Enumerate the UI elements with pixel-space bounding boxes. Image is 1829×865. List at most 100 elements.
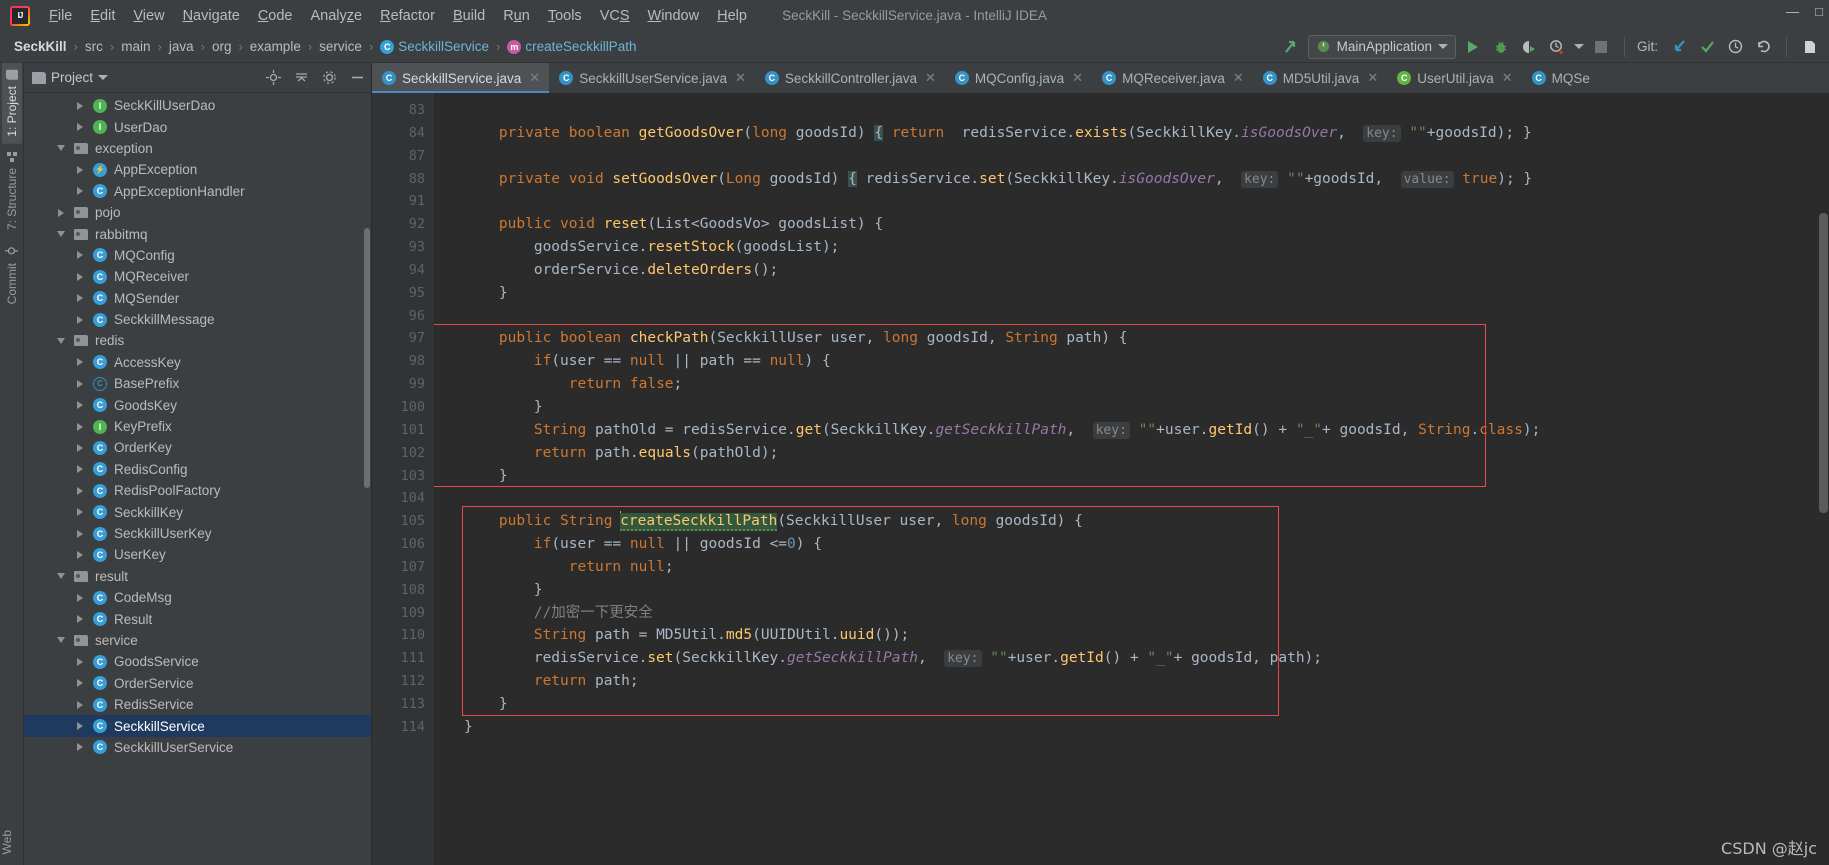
code-line[interactable] <box>434 487 1815 510</box>
code-line[interactable] <box>434 145 1815 168</box>
project-view-chevron-down-icon[interactable] <box>98 75 109 80</box>
code-line[interactable]: } <box>434 465 1815 488</box>
chevron-right-icon[interactable] <box>70 508 90 517</box>
tree-item[interactable]: C AccessKey <box>24 352 371 373</box>
tree-item[interactable]: C MQConfig <box>24 245 371 266</box>
breadcrumb-item-java[interactable]: java <box>165 37 198 56</box>
search-everywhere-icon[interactable] <box>1799 36 1821 58</box>
code-editor[interactable]: private boolean getGoodsOver(long goodsI… <box>434 93 1815 865</box>
menu-run[interactable]: Run <box>494 5 539 27</box>
editor-tab-bar[interactable]: C SeckkillService.java ✕ C SeckkillUserServi… <box>372 63 1829 93</box>
tree-item[interactable]: I SeckKillUserDao <box>24 95 371 116</box>
collapse-all-icon[interactable] <box>294 70 309 85</box>
close-icon[interactable]: ✕ <box>1367 70 1378 86</box>
editor-tab[interactable]: C MQReceiver.java ✕ <box>1092 63 1253 93</box>
scrollbar-thumb[interactable] <box>364 228 370 488</box>
editor-tab[interactable]: C MQConfig.java ✕ <box>945 63 1092 93</box>
chevron-right-icon[interactable] <box>70 123 90 132</box>
close-icon[interactable]: ✕ <box>1233 70 1244 86</box>
debug-button[interactable] <box>1490 36 1512 58</box>
chevron-right-icon[interactable] <box>70 101 90 110</box>
chevron-down-icon[interactable] <box>51 637 71 644</box>
menu-code[interactable]: Code <box>249 5 302 27</box>
editor-tab[interactable]: C SeckkillUserService.java ✕ <box>549 63 755 93</box>
chevron-right-icon[interactable] <box>51 208 71 217</box>
chevron-right-icon[interactable] <box>70 550 90 559</box>
chevron-right-icon[interactable] <box>70 593 90 602</box>
tree-item[interactable]: C SeckkillMessage <box>24 309 371 330</box>
tool-window-commit[interactable]: Commit <box>2 237 22 311</box>
menu-view[interactable]: View <box>124 5 173 27</box>
chevron-down-icon[interactable] <box>51 337 71 344</box>
profile-button[interactable] <box>1546 36 1568 58</box>
scrollbar-thumb[interactable] <box>1819 213 1828 513</box>
chevron-right-icon[interactable] <box>70 187 90 196</box>
tree-item[interactable]: service <box>24 630 371 651</box>
tree-item[interactable]: C AppExceptionHandler <box>24 181 371 202</box>
breadcrumb-item-service[interactable]: service <box>315 37 366 56</box>
chevron-right-icon[interactable] <box>70 165 90 174</box>
run-button[interactable] <box>1462 36 1484 58</box>
breadcrumb-item-method[interactable]: m createSeckkillPath <box>503 37 640 56</box>
gear-icon[interactable] <box>322 70 337 85</box>
chevron-right-icon[interactable] <box>70 700 90 709</box>
close-icon[interactable]: ✕ <box>1502 70 1513 86</box>
menu-vcs[interactable]: VCS <box>591 5 639 27</box>
editor-gutter[interactable]: 83 84+ 87 88+ 91 92 93 94 95 96 9798 99 100 101 102 103… <box>372 93 463 865</box>
code-line[interactable]: } <box>434 693 1815 716</box>
tree-item[interactable]: C RedisService <box>24 694 371 715</box>
code-line[interactable]: public void reset(List<GoodsVo> goodsLis… <box>434 213 1815 236</box>
chevron-right-icon[interactable] <box>70 657 90 666</box>
code-line[interactable]: goodsService.resetStock(goodsList); <box>434 236 1815 259</box>
code-line[interactable]: return false; <box>434 373 1815 396</box>
tree-item[interactable]: ⚡ AppException <box>24 159 371 180</box>
menu-window[interactable]: Window <box>639 5 709 27</box>
tree-item[interactable]: C MQSender <box>24 288 371 309</box>
chevron-right-icon[interactable] <box>70 315 90 324</box>
menu-build[interactable]: Build <box>444 5 494 27</box>
tree-item[interactable]: C RedisConfig <box>24 459 371 480</box>
tree-item[interactable]: C BasePrefix <box>24 373 371 394</box>
close-icon[interactable]: ✕ <box>925 70 936 86</box>
breadcrumb-item-project[interactable]: SeckKill <box>10 37 71 56</box>
editor-tab[interactable]: C MD5Util.java ✕ <box>1253 63 1387 93</box>
stop-button[interactable] <box>1590 36 1612 58</box>
editor-tab[interactable]: C MQSe <box>1522 63 1599 93</box>
tree-item[interactable]: rabbitmq <box>24 223 371 244</box>
tree-item-selected[interactable]: C SeckkillService <box>24 715 371 737</box>
chevron-right-icon[interactable] <box>70 679 90 688</box>
code-line[interactable]: } <box>434 716 1815 739</box>
project-tree[interactable]: I SeckKillUserDao I UserDao exception ⚡ AppExc… <box>24 93 371 865</box>
tree-item[interactable]: C GoodsService <box>24 651 371 672</box>
editor-scrollbar[interactable] <box>1815 93 1829 865</box>
code-line[interactable]: } <box>434 579 1815 602</box>
tree-item[interactable]: C CodeMsg <box>24 587 371 608</box>
editor-tab[interactable]: C SeckkillService.java ✕ <box>372 63 550 93</box>
tree-item[interactable]: exception <box>24 138 371 159</box>
tree-item[interactable]: I KeyPrefix <box>24 416 371 437</box>
menu-analyze[interactable]: Analyze <box>302 5 372 27</box>
breadcrumb-item-org[interactable]: org <box>208 37 236 56</box>
tree-item[interactable]: I UserDao <box>24 116 371 137</box>
chevron-right-icon[interactable] <box>70 294 90 303</box>
tree-item[interactable]: result <box>24 566 371 587</box>
chevron-right-icon[interactable] <box>70 379 90 388</box>
run-with-coverage-button[interactable] <box>1518 36 1540 58</box>
code-line[interactable]: if(user == null || path == null) { <box>434 350 1815 373</box>
code-line[interactable]: return path.equals(pathOld); <box>434 442 1815 465</box>
project-tree-scrollbar[interactable] <box>363 63 371 865</box>
tree-item[interactable]: C OrderKey <box>24 437 371 458</box>
code-line[interactable]: return null; <box>434 556 1815 579</box>
tree-item[interactable]: C Result <box>24 608 371 629</box>
editor-tab[interactable]: C SeckkillController.java ✕ <box>755 63 945 93</box>
chevron-right-icon[interactable] <box>70 358 90 367</box>
code-line[interactable]: //加密一下更安全 <box>434 602 1815 625</box>
breadcrumb-item-example[interactable]: example <box>246 37 305 56</box>
code-line[interactable]: orderService.deleteOrders(); <box>434 259 1815 282</box>
tree-item[interactable]: pojo <box>24 202 371 223</box>
chevron-right-icon[interactable] <box>70 272 90 281</box>
chevron-right-icon[interactable] <box>70 486 90 495</box>
tree-item[interactable]: C UserKey <box>24 544 371 565</box>
close-icon[interactable]: ✕ <box>529 70 540 86</box>
code-line[interactable] <box>434 305 1815 328</box>
